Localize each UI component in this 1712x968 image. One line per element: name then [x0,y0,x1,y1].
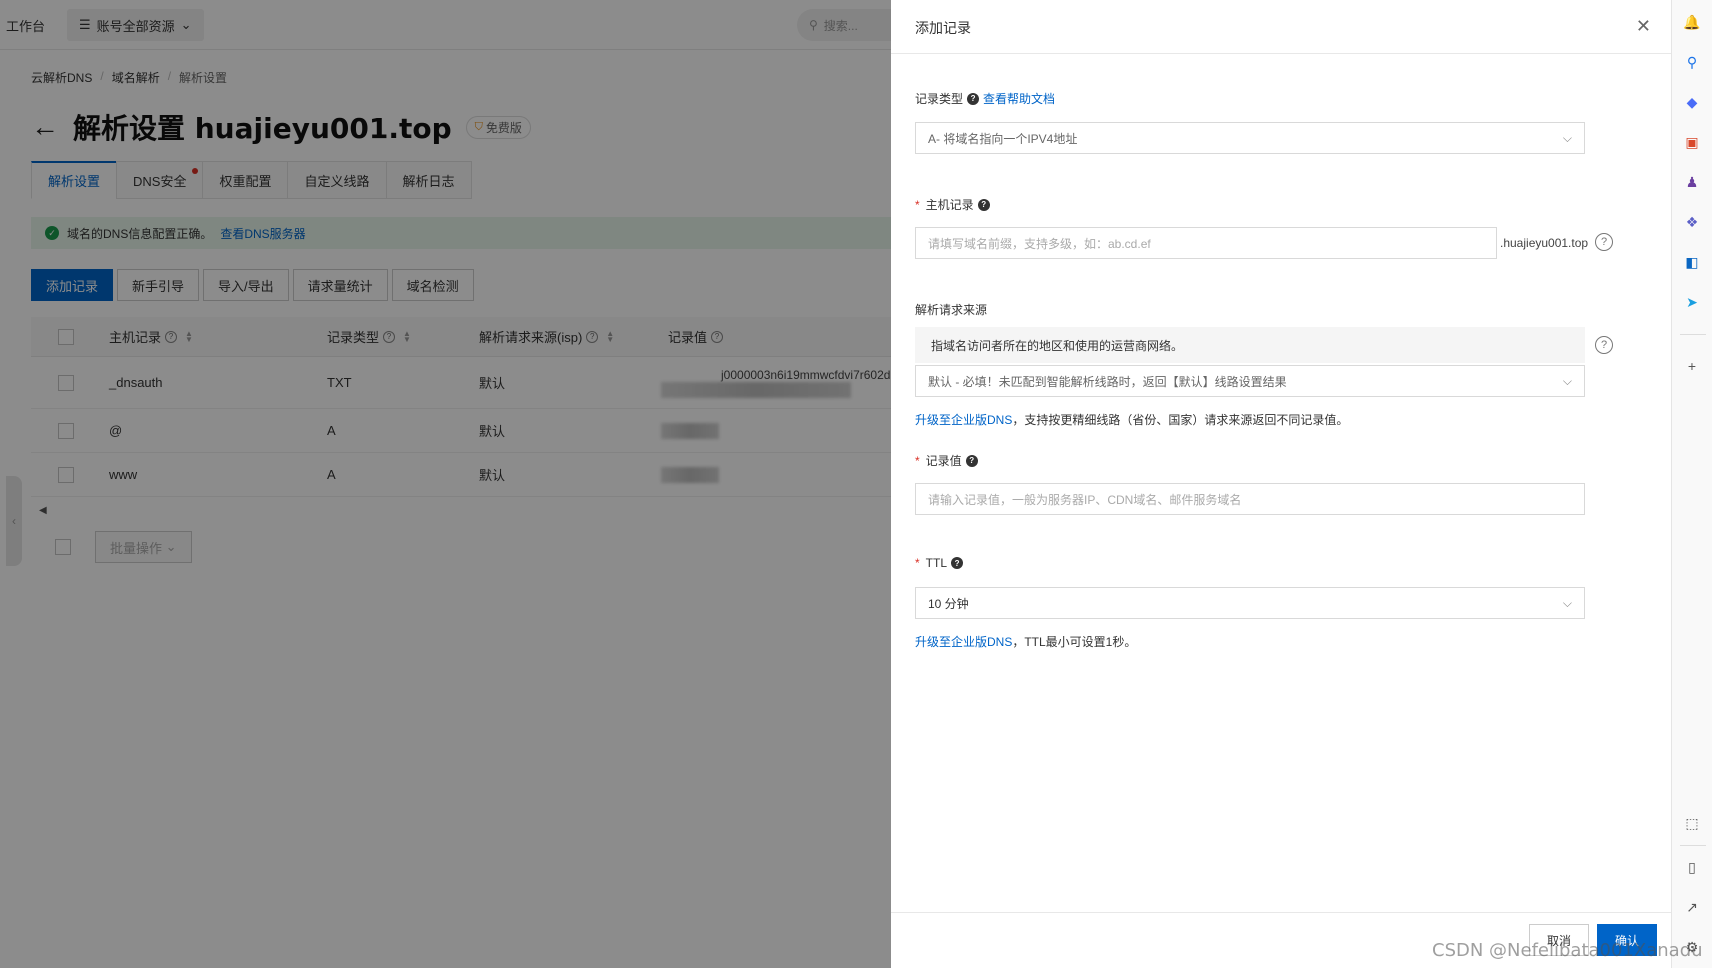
copilot-icon[interactable]: ❖ [1682,212,1702,232]
record-value-placeholder: 请输入记录值，一般为服务器IP、CDN域名、邮件服务域名 [928,492,1242,507]
help-circle-icon[interactable]: ? [1595,233,1613,251]
help-icon[interactable]: ? [977,198,990,211]
ttl-label: * TTL ? [915,556,964,570]
source-upgrade-note: 升级至企业版DNS，支持按更精细线路（省份、国家）请求来源返回不同记录值。 [915,411,1348,428]
ttl-select[interactable]: 10 分钟 ⌵ [915,587,1585,619]
console-background: 工作台 ☰ 账号全部资源 ⌄ ⚲ 搜索... 云解析DNS / 域名解析 / 解… [0,0,891,968]
request-source-description: 指域名访问者所在的地区和使用的运营商网络。 [915,327,1585,363]
help-docs-link[interactable]: 查看帮助文档 [983,90,1055,107]
ttl-value: 10 分钟 [928,596,969,611]
close-icon[interactable]: ✕ [1636,16,1651,37]
upgrade-enterprise-link[interactable]: 升级至企业版DNS [915,635,1012,649]
games-icon[interactable]: ♟ [1682,172,1702,192]
divider [1680,845,1706,846]
required-marker: * [915,453,920,468]
search-icon[interactable]: ⚲ [1682,52,1702,72]
request-source-label: 解析请求来源 [915,301,987,318]
send-icon[interactable]: ➤ [1682,292,1702,312]
record-value-label: * 记录值 ? [915,452,978,469]
chevron-down-icon: ⌵ [1562,596,1572,610]
record-value-input[interactable]: 请输入记录值，一般为服务器IP、CDN域名、邮件服务域名 [915,483,1585,515]
add-record-drawer: 添加记录 ✕ 记录类型 ? 查看帮助文档 A- 将域名指向一个IPV4地址 ⌵ … [891,0,1671,968]
drawer-title: 添加记录 [915,20,971,36]
help-icon[interactable]: ? [967,92,980,105]
chevron-down-icon: ⌵ [1562,131,1572,145]
modal-overlay[interactable] [0,0,891,968]
divider [1680,334,1706,335]
ttl-label-text: TTL [925,556,948,570]
outlook-icon[interactable]: ◧ [1682,252,1702,272]
help-icon[interactable]: ? [965,454,978,467]
help-circle-icon[interactable]: ? [1595,336,1613,354]
bell-icon[interactable]: 🔔 [1682,12,1702,32]
request-source-value: 默认 - 必填！未匹配到智能解析线路时，返回【默认】线路设置结果 [928,374,1287,389]
add-icon[interactable]: + [1682,356,1702,376]
help-icon[interactable]: ? [951,557,964,569]
browser-side-rail: 🔔 ⚲ ◆ ▣ ♟ ❖ ◧ ➤ + ⬚ ▯ ↗ ⚙ [1671,0,1712,968]
required-marker: * [915,197,920,212]
request-source-label-text: 解析请求来源 [915,303,988,317]
drawer-header: 添加记录 ✕ [891,0,1671,54]
ttl-upgrade-note: 升级至企业版DNS，TTL最小可设置1秒。 [915,633,1136,650]
record-type-select[interactable]: A- 将域名指向一个IPV4地址 ⌵ [915,122,1585,154]
required-marker: * [915,556,920,570]
external-link-icon[interactable]: ↗ [1682,897,1702,917]
tag-icon[interactable]: ◆ [1682,92,1702,112]
host-record-label: * 主机记录 ? [915,196,990,213]
chevron-down-icon: ⌵ [1562,374,1572,388]
upgrade-enterprise-link[interactable]: 升级至企业版DNS [915,413,1012,427]
record-type-label: 记录类型 ? 查看帮助文档 [915,90,1055,107]
screenshot-icon[interactable]: ⬚ [1682,813,1702,833]
host-record-placeholder: 请填写域名前缀，支持多级，如：ab.cd.ef [928,236,1151,251]
host-record-input[interactable]: 请填写域名前缀，支持多级，如：ab.cd.ef [915,227,1497,259]
briefcase-icon[interactable]: ▣ [1682,132,1702,152]
host-record-label-text: 主机记录 [925,198,974,212]
record-type-label-text: 记录类型 [915,92,964,106]
record-value-label-text: 记录值 [925,454,962,468]
request-source-select[interactable]: 默认 - 必填！未匹配到智能解析线路时，返回【默认】线路设置结果 ⌵ [915,365,1585,397]
ttl-upgrade-note-text: ，TTL最小可设置1秒。 [1012,635,1137,649]
domain-suffix: .huajieyu001.top [1500,236,1589,250]
record-type-value: A- 将域名指向一个IPV4地址 [928,131,1078,146]
source-upgrade-note-text: ，支持按更精细线路（省份、国家）请求来源返回不同记录值。 [1012,413,1349,427]
watermark: CSDN @Nefelibata001Xanadu [1432,940,1703,961]
sidebar-toggle-icon[interactable]: ▯ [1682,857,1702,877]
